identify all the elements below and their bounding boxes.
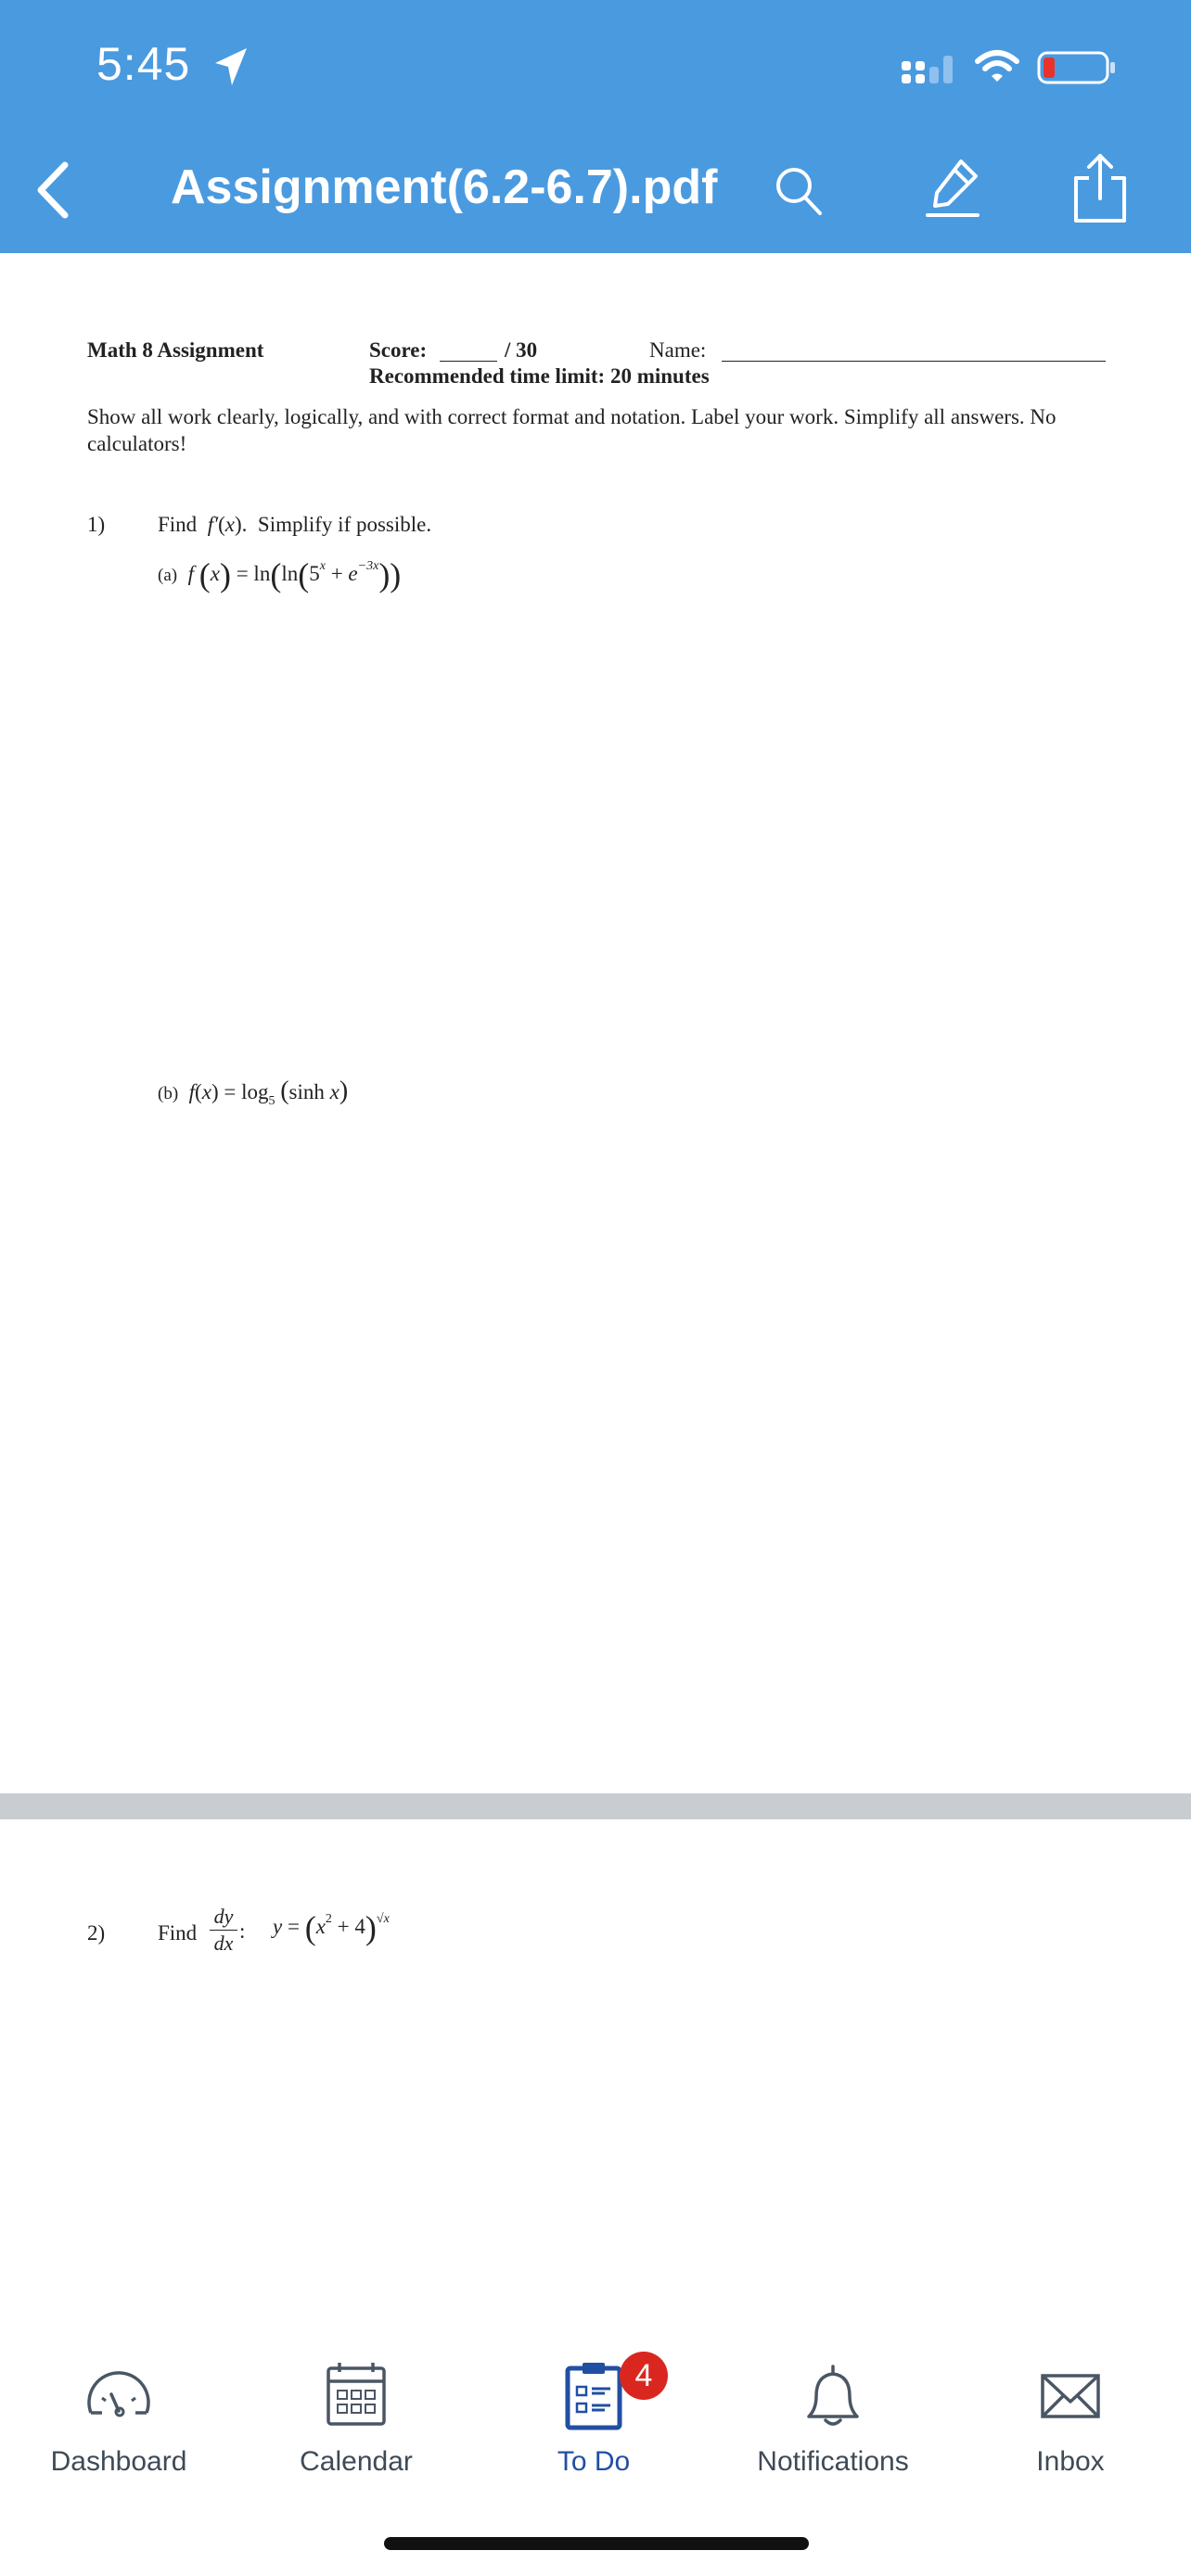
pdf-page-2[interactable] — [0, 1819, 1191, 2339]
question-1b: (b) f(x) = log5 (sinh x) — [158, 1077, 349, 1108]
tab-calendar-label: Calendar — [300, 2446, 413, 2477]
tab-notifications[interactable]: Notifications — [731, 2359, 935, 2478]
question-1a: (a) f (x) = ln(ln(5x + e−3x)) — [158, 556, 402, 593]
tab-inbox[interactable]: Inbox — [968, 2359, 1172, 2478]
calendar-icon — [327, 2363, 386, 2426]
name-label: Name: — [649, 338, 707, 362]
document-title: Assignment(6.2-6.7).pdf — [171, 160, 718, 214]
tab-dashboard-label: Dashboard — [50, 2446, 187, 2477]
home-indicator[interactable] — [384, 2537, 809, 2550]
wifi-icon — [975, 50, 1019, 82]
question-1-number: 1) — [87, 513, 106, 536]
score-blank-line — [440, 361, 497, 362]
question-2-number: 2) — [87, 1921, 106, 1945]
annotate-pen-icon[interactable] — [924, 156, 983, 219]
location-arrow-icon — [215, 48, 247, 85]
tab-dashboard[interactable]: Dashboard — [17, 2359, 221, 2478]
question-1b-label: (b) — [158, 1084, 179, 1103]
question-2-colon: : — [239, 1919, 246, 1943]
tab-notifications-label: Notifications — [757, 2446, 909, 2477]
battery-icon — [1037, 51, 1115, 84]
share-icon[interactable] — [1070, 150, 1130, 224]
tab-inbox-label: Inbox — [1036, 2446, 1105, 2477]
derivative-fraction: dy dx — [210, 1905, 237, 1956]
instructions: Show all work clearly, logically, and wi… — [87, 405, 1057, 455]
top-bar: 5:45 Assignment(6.2-6.7).pdf — [0, 0, 1191, 253]
question-1a-label: (a) — [158, 566, 178, 585]
bell-icon — [807, 2365, 859, 2426]
page-separator — [0, 1793, 1191, 1819]
time-limit: Recommended time limit: 20 minutes — [369, 364, 710, 388]
course-title: Math 8 Assignment — [87, 338, 264, 362]
question-1-prompt-text: Simplify if possible. — [257, 513, 432, 536]
search-icon[interactable] — [774, 163, 826, 219]
envelope-icon — [1041, 2374, 1100, 2418]
score-total: / 30 — [505, 338, 538, 362]
cellular-signal-icon — [902, 56, 953, 83]
name-blank-line — [722, 361, 1106, 362]
pdf-page-1[interactable]: Math 8 Assignment Score: / 30 Recommende… — [0, 253, 1191, 1793]
status-time: 5:45 — [96, 38, 191, 90]
tab-todo[interactable]: 4 To Do — [492, 2352, 696, 2478]
tab-todo-label: To Do — [557, 2446, 631, 2477]
back-chevron-icon[interactable] — [32, 158, 76, 223]
question-2-prompt: Find — [158, 1921, 198, 1945]
tab-calendar[interactable]: Calendar — [254, 2359, 458, 2478]
question-2-equation: y = (x2 + 4)√x — [273, 1909, 390, 1946]
question-1-prompt: Find f′(x). Simplify if possible. — [158, 513, 432, 536]
todo-count-badge: 4 — [620, 2352, 668, 2400]
dashboard-icon — [87, 2371, 150, 2417]
score-label: Score: — [369, 338, 428, 362]
